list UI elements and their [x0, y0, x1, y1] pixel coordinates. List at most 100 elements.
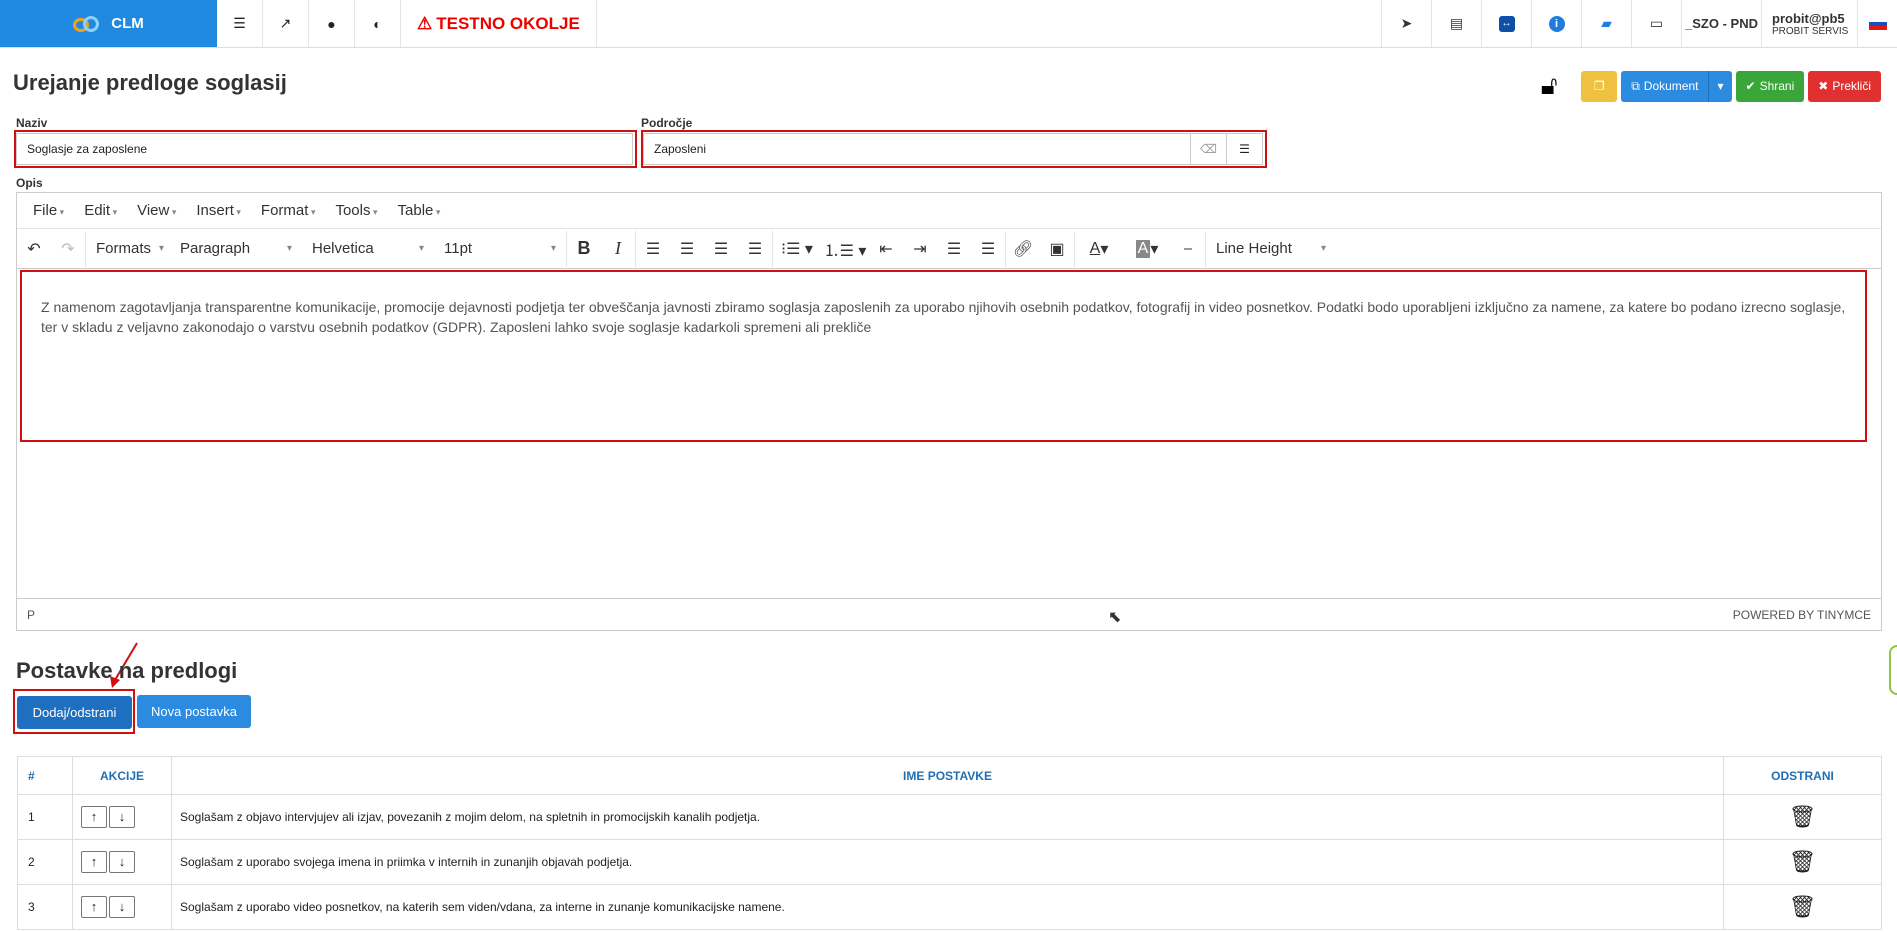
test-environment-badge: ⚠ TESTNO OKOLJE: [401, 0, 597, 47]
document-icon[interactable]: ▭: [1631, 0, 1681, 47]
bold-icon[interactable]: B: [567, 231, 601, 267]
trash-icon[interactable]: 🗑︎: [1789, 849, 1817, 874]
dokument-label: Dokument: [1643, 79, 1699, 93]
clm-logo-icon: [73, 14, 103, 34]
numbered-list-icon[interactable]: ⒈☰ ▾: [821, 231, 869, 267]
table-row: 1 ↑ ↓ Soglašam z objavo intervjujev ali i…: [17, 794, 1882, 840]
contrast-icon[interactable]: ◐: [355, 0, 401, 47]
move-down-icon[interactable]: ↓: [109, 806, 135, 828]
redo-icon[interactable]: ↷: [51, 231, 85, 267]
send-icon[interactable]: ➤: [1381, 0, 1431, 47]
row-num: 3: [17, 884, 73, 930]
copy-button[interactable]: ❐: [1581, 70, 1618, 102]
menu-table[interactable]: Table: [388, 202, 451, 219]
organization-label[interactable]: _SZO - PND: [1681, 0, 1761, 47]
podrocje-label: Področje: [641, 116, 693, 130]
font-family-dropdown[interactable]: Helvetica: [302, 231, 434, 267]
page-title: Urejanje predloge soglasij: [13, 70, 287, 95]
caret-down-icon: ▾: [1717, 79, 1724, 93]
editor-content[interactable]: Z namenom zagotavljanja transparentne ko…: [17, 269, 1881, 365]
move-down-icon[interactable]: ↓: [109, 896, 135, 918]
col-header-name: IME POSTAVKE: [171, 756, 1724, 795]
bullet-list-icon[interactable]: ⁝☰ ▾: [773, 231, 821, 267]
user-secret-icon[interactable]: ●: [309, 0, 355, 47]
element-path[interactable]: P: [27, 608, 35, 622]
new-item-button[interactable]: Nova postavka: [137, 695, 251, 728]
unlock-icon[interactable]: 🔓︎: [1531, 70, 1567, 102]
row-num: 2: [17, 839, 73, 885]
row-remove: 🗑︎: [1723, 884, 1882, 930]
user-menu[interactable]: probit@pb5 PROBIT SERVIS: [1761, 0, 1857, 47]
save-label: Shrani: [1759, 79, 1795, 93]
teamviewer-icon[interactable]: ↔: [1481, 0, 1531, 47]
eraser-icon[interactable]: ⌫: [1190, 134, 1226, 164]
menu-insert[interactable]: Insert: [186, 202, 251, 219]
rich-text-editor: File Edit View Insert Format Tools Table…: [16, 192, 1882, 631]
menu-format[interactable]: Format: [251, 202, 326, 219]
move-up-icon[interactable]: ↑: [81, 806, 107, 828]
link-icon[interactable]: 🔗︎: [1006, 231, 1040, 267]
page-actions: 🔓︎ ❐ ⧉ Dokument ▾ ✔ Shrani ✖ Prekliči: [1531, 70, 1881, 102]
app-brand[interactable]: CLM: [0, 0, 217, 47]
app-name: CLM: [111, 15, 144, 32]
podrocje-select[interactable]: Zaposleni ⌫ ☰: [643, 133, 1263, 165]
italic-icon[interactable]: I: [601, 231, 635, 267]
editor-statusbar: P POWERED BY TINYMCE: [17, 598, 1881, 630]
indent-icon[interactable]: ⇥: [903, 231, 937, 267]
side-tab[interactable]: [1889, 645, 1897, 695]
row-name: Soglašam z uporabo video posnetkov, na k…: [171, 884, 1724, 930]
align-right-icon[interactable]: ☰: [704, 231, 738, 267]
dokument-button[interactable]: ⧉ Dokument: [1621, 70, 1709, 102]
text-color-icon[interactable]: A ▾: [1075, 231, 1123, 267]
formats-dropdown[interactable]: Formats: [86, 231, 170, 267]
line-height-dropdown[interactable]: Line Height: [1206, 231, 1336, 267]
block-format-dropdown[interactable]: Paragraph: [170, 231, 302, 267]
info-icon[interactable]: i: [1531, 0, 1581, 47]
move-up-icon[interactable]: ↑: [81, 896, 107, 918]
naziv-input[interactable]: Soglasje za zaposlene: [16, 133, 633, 165]
trash-icon[interactable]: 🗑︎: [1789, 804, 1817, 829]
external-link-icon[interactable]: ↗: [263, 0, 309, 47]
powered-by[interactable]: POWERED BY TINYMCE: [1733, 608, 1871, 622]
row-name: Soglašam z objavo intervjujev ali izjav,…: [171, 794, 1724, 840]
list-icon[interactable]: ☰: [1226, 134, 1262, 164]
menu-edit[interactable]: Edit: [74, 202, 127, 219]
warning-icon: ⚠: [417, 13, 433, 33]
menu-list-icon[interactable]: ☰: [217, 0, 263, 47]
menu-view[interactable]: View: [127, 202, 186, 219]
document-copy-icon: ⧉: [1631, 78, 1640, 93]
close-icon: ✖: [1818, 79, 1829, 93]
row-name: Soglašam z uporabo svojega imena in prii…: [171, 839, 1724, 885]
language-flag-icon[interactable]: [1857, 0, 1897, 47]
table-row: 2 ↑ ↓ Soglašam z uporabo svojega imena in…: [17, 839, 1882, 885]
mouse-cursor-icon: ⬉: [1108, 609, 1122, 626]
add-remove-button[interactable]: Dodaj/odstrani: [17, 696, 132, 729]
naziv-label: Naziv: [16, 116, 48, 130]
row-num: 1: [17, 794, 73, 840]
menu-file[interactable]: File: [23, 202, 74, 219]
row-remove: 🗑︎: [1723, 839, 1882, 885]
dokument-dropdown-button[interactable]: ▾: [1708, 70, 1732, 102]
font-size-dropdown[interactable]: 11pt: [434, 231, 566, 267]
align-center-icon[interactable]: ☰: [670, 231, 704, 267]
outdent-icon[interactable]: ⇤: [869, 231, 903, 267]
undo-icon[interactable]: ↶: [17, 231, 51, 267]
menu-tools[interactable]: Tools: [325, 202, 387, 219]
check-icon: ✔: [1745, 79, 1756, 93]
ltr-icon[interactable]: ☰: [937, 231, 971, 267]
user-name: probit@pb5: [1772, 10, 1845, 26]
background-color-icon[interactable]: A ▾: [1123, 231, 1171, 267]
image-icon[interactable]: ▣: [1040, 231, 1074, 267]
align-justify-icon[interactable]: ☰: [738, 231, 772, 267]
col-header-num: #: [17, 756, 73, 795]
page-break-icon[interactable]: ⎯: [1171, 231, 1205, 267]
move-up-icon[interactable]: ↑: [81, 851, 107, 873]
cancel-button[interactable]: ✖ Prekliči: [1808, 70, 1881, 102]
move-down-icon[interactable]: ↓: [109, 851, 135, 873]
trash-icon[interactable]: 🗑︎: [1789, 894, 1817, 919]
rtl-icon[interactable]: ☰: [971, 231, 1005, 267]
book-icon[interactable]: ▰: [1581, 0, 1631, 47]
align-left-icon[interactable]: ☰: [636, 231, 670, 267]
server-icon[interactable]: ▤: [1431, 0, 1481, 47]
save-button[interactable]: ✔ Shrani: [1735, 70, 1805, 102]
